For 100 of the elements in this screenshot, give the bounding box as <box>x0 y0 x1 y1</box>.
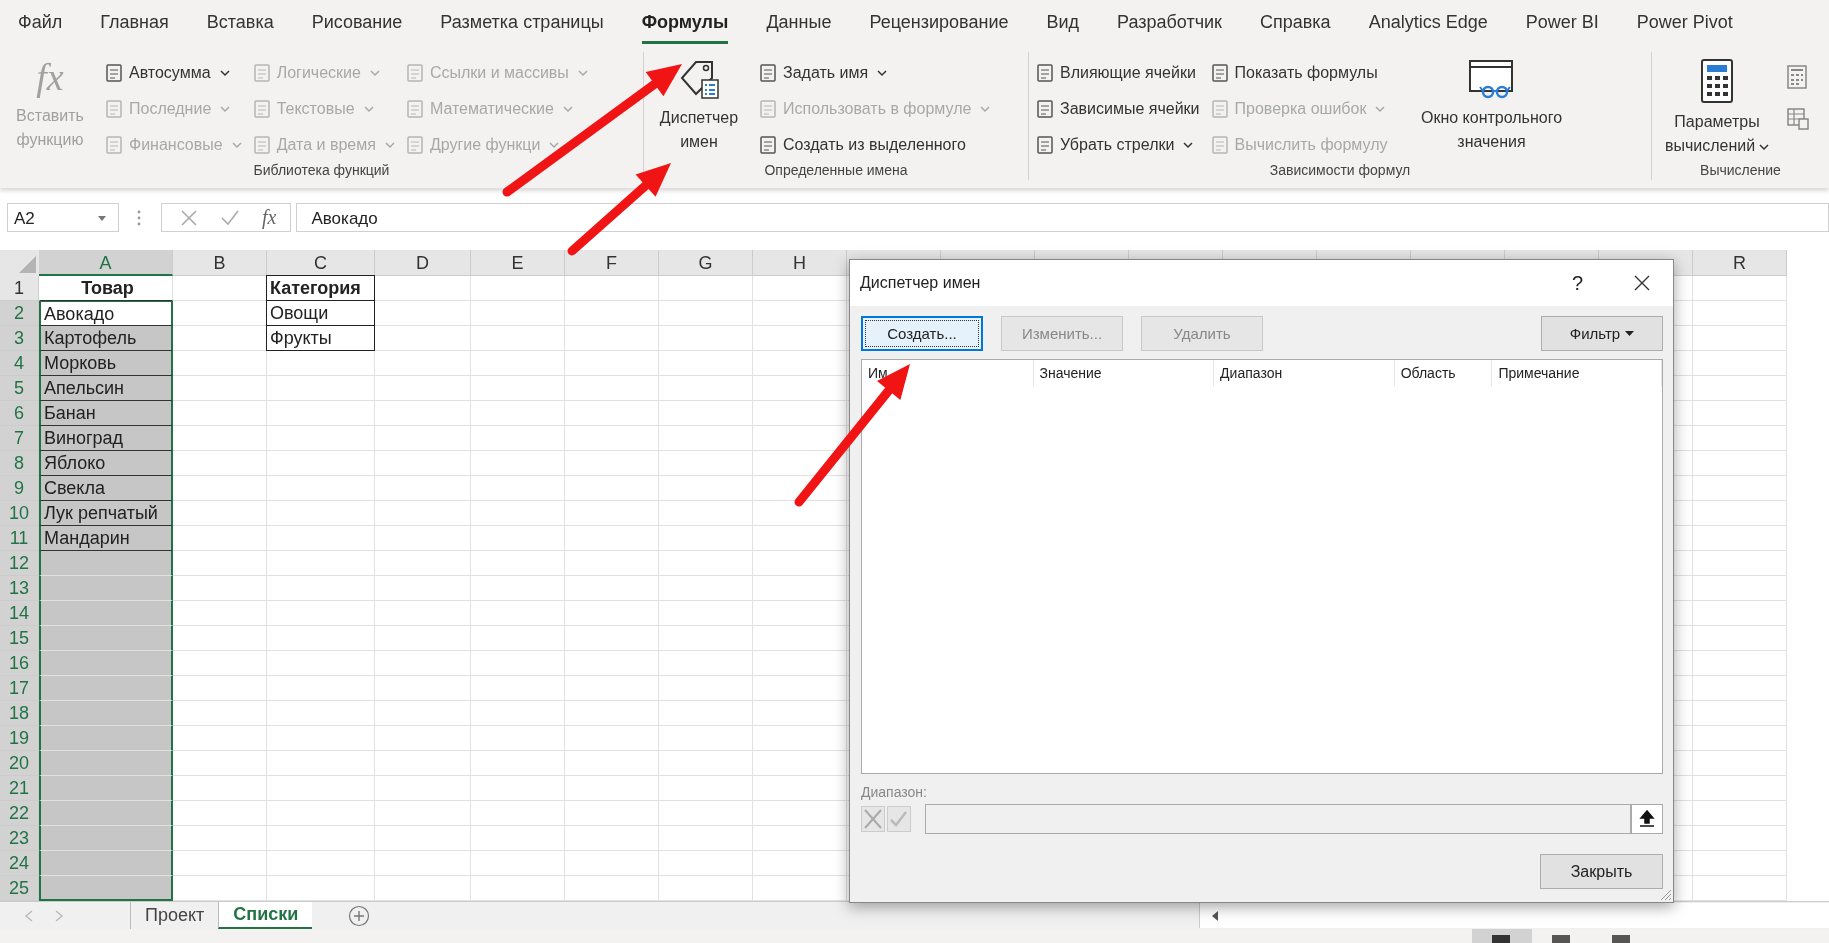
row-header[interactable]: 2 <box>0 301 39 326</box>
table-cell[interactable]: Лук репчатый <box>39 501 173 526</box>
column-header[interactable]: Примечание <box>1492 360 1662 386</box>
close-icon[interactable] <box>1633 274 1651 292</box>
sheet-tab[interactable]: Списки <box>218 902 313 929</box>
insert-function-button[interactable]: fx <box>262 206 277 229</box>
ribbon-button[interactable]: Зависимые ячейки <box>1035 92 1200 125</box>
ribbon-tab[interactable]: Power Pivot <box>1636 0 1733 44</box>
row-header[interactable]: 17 <box>0 676 39 701</box>
ribbon-tab[interactable]: Данные <box>766 0 832 44</box>
column-header[interactable]: A <box>39 250 173 276</box>
row-header[interactable]: 7 <box>0 426 39 451</box>
row-header[interactable]: 23 <box>0 826 39 851</box>
row-header[interactable]: 20 <box>0 751 39 776</box>
ribbon-button[interactable]: Диспетчер имен <box>650 52 748 162</box>
table-cell[interactable] <box>39 826 173 851</box>
ribbon-button[interactable]: Параметры вычислений <box>1658 52 1776 162</box>
table-cell[interactable]: Виноград <box>39 426 173 451</box>
row-header[interactable]: 19 <box>0 726 39 751</box>
ribbon-tab[interactable]: Analytics Edge <box>1368 0 1488 44</box>
row-header[interactable]: 4 <box>0 351 39 376</box>
table-cell[interactable]: Фрукты <box>266 325 375 351</box>
row-header[interactable]: 22 <box>0 801 39 826</box>
column-header[interactable]: F <box>565 250 659 276</box>
column-header[interactable]: E <box>471 250 565 276</box>
dialog-button[interactable]: Создать... <box>861 316 983 351</box>
row-header[interactable]: 6 <box>0 401 39 426</box>
row-header[interactable]: 9 <box>0 476 39 501</box>
row-header[interactable]: 15 <box>0 626 39 651</box>
ribbon-button[interactable]: Задать имя <box>758 56 991 89</box>
grip-icon[interactable] <box>137 208 141 227</box>
table-cell[interactable] <box>39 726 173 751</box>
column-header[interactable]: H <box>753 250 847 276</box>
table-cell[interactable]: Авокадо <box>39 301 173 326</box>
ribbon-tab[interactable]: Файл <box>18 0 63 44</box>
name-box[interactable]: A2 <box>7 203 119 232</box>
close-button[interactable]: Закрыть <box>1540 854 1663 889</box>
table-cell[interactable] <box>39 651 173 676</box>
calculator-icon[interactable] <box>1786 64 1808 90</box>
row-header[interactable]: 10 <box>0 501 39 526</box>
table-cell[interactable] <box>39 626 173 651</box>
row-header[interactable]: 25 <box>0 876 39 901</box>
column-header[interactable]: G <box>659 250 753 276</box>
row-header[interactable]: 21 <box>0 776 39 801</box>
table-cell[interactable] <box>39 676 173 701</box>
cancel-confirm-icon[interactable] <box>861 806 911 832</box>
select-all-button[interactable] <box>0 250 39 276</box>
table-cell[interactable] <box>39 851 173 876</box>
row-header[interactable]: 3 <box>0 326 39 351</box>
column-header[interactable]: R <box>1693 250 1787 276</box>
column-header[interactable]: C <box>267 250 375 276</box>
add-sheet-icon[interactable] <box>348 904 371 927</box>
row-header[interactable]: 12 <box>0 551 39 576</box>
row-header[interactable]: 24 <box>0 851 39 876</box>
filter-button[interactable]: Фильтр <box>1541 316 1663 351</box>
column-header[interactable]: D <box>375 250 471 276</box>
table-cell[interactable] <box>39 751 173 776</box>
table-cell[interactable] <box>39 551 173 576</box>
column-header[interactable]: Диапазон <box>1214 360 1395 386</box>
column-header[interactable]: Значение <box>1033 360 1215 386</box>
table-cell[interactable]: Апельсин <box>39 376 173 401</box>
range-field[interactable] <box>925 804 1631 834</box>
ribbon-tab[interactable]: Справка <box>1260 0 1331 44</box>
caret-icon[interactable] <box>97 213 107 222</box>
table-cell[interactable]: Мандарин <box>39 526 173 551</box>
ribbon-tab[interactable]: Power BI <box>1525 0 1599 44</box>
row-header[interactable]: 1 <box>0 276 39 301</box>
formula-field[interactable]: Авокадо <box>296 203 1829 232</box>
row-header[interactable]: 11 <box>0 526 39 551</box>
ribbon-button[interactable]: Убрать стрелки <box>1035 128 1200 161</box>
table-cell[interactable] <box>39 701 173 726</box>
row-header[interactable]: 13 <box>0 576 39 601</box>
ribbon-tab[interactable]: Разметка страницы <box>440 0 604 44</box>
table-cell[interactable]: Яблоко <box>39 451 173 476</box>
names-list[interactable]: Им Значение Диапазон Область Примечание <box>861 359 1663 774</box>
ribbon-button[interactable]: Автосумма <box>104 56 242 89</box>
sheet-calc-icon[interactable] <box>1786 106 1810 130</box>
table-cell[interactable] <box>39 601 173 626</box>
table-cell[interactable]: Банан <box>39 401 173 426</box>
cancel-icon[interactable] <box>180 208 198 227</box>
ribbon-button[interactable]: Влияющие ячейки <box>1035 56 1200 89</box>
row-header[interactable]: 8 <box>0 451 39 476</box>
table-cell[interactable] <box>39 876 173 901</box>
table-cell[interactable]: Морковь <box>39 351 173 376</box>
ribbon-tab[interactable]: Главная <box>100 0 169 44</box>
table-cell[interactable] <box>39 776 173 801</box>
column-header[interactable]: Область <box>1394 360 1493 386</box>
table-cell[interactable]: Картофель <box>39 326 173 351</box>
ribbon-tab[interactable]: Вставка <box>206 0 274 44</box>
row-header[interactable]: 5 <box>0 376 39 401</box>
check-icon[interactable] <box>220 208 240 227</box>
scroll-left-icon[interactable] <box>1210 909 1220 922</box>
ribbon-tab[interactable]: Вид <box>1046 0 1080 44</box>
ribbon-tab[interactable]: Рецензирование <box>869 0 1009 44</box>
row-header[interactable]: 14 <box>0 601 39 626</box>
table-cell[interactable]: Категория <box>266 275 375 301</box>
table-cell[interactable]: Свекла <box>39 476 173 501</box>
row-header[interactable]: 18 <box>0 701 39 726</box>
collapse-icon[interactable] <box>1631 804 1663 834</box>
help-button[interactable]: ? <box>1571 271 1583 295</box>
